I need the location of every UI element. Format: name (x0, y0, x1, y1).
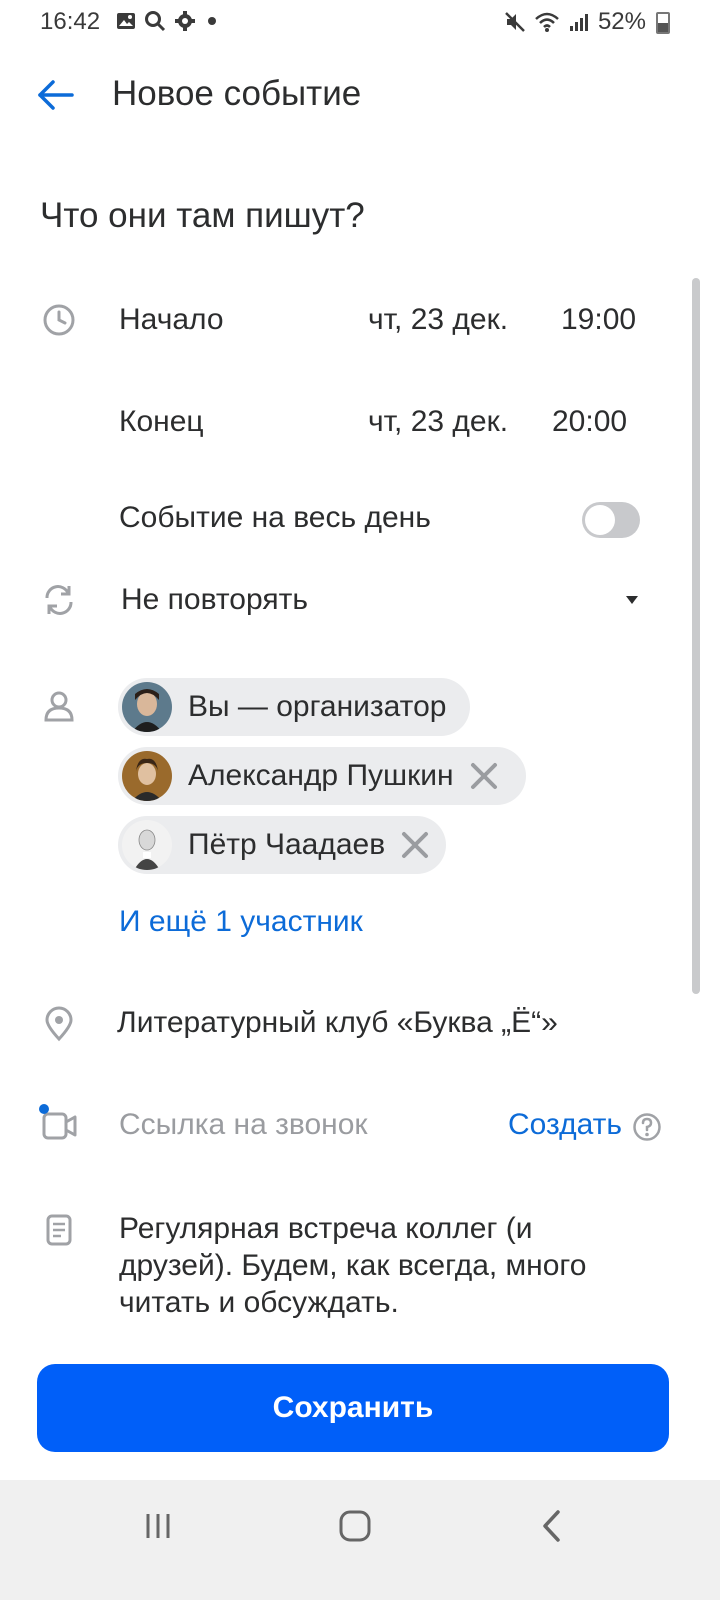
participants-icon (44, 691, 74, 722)
mute-icon (505, 12, 525, 32)
avatar (122, 682, 172, 732)
avatar (122, 820, 172, 870)
start-date[interactable]: чт, 23 дек. (368, 303, 508, 337)
participant-chip[interactable]: Вы — организатор (118, 678, 470, 736)
recent-apps-icon[interactable] (142, 1510, 174, 1542)
remove-icon[interactable] (399, 829, 431, 861)
page-title: Новое событие (112, 74, 362, 113)
signal-icon (569, 14, 588, 31)
call-link-field[interactable]: Ссылка на звонок (119, 1108, 368, 1142)
back-nav-icon[interactable] (538, 1508, 566, 1544)
help-icon[interactable] (632, 1112, 662, 1142)
status-bar: 16:42 52% (0, 0, 720, 44)
image-icon (117, 13, 135, 29)
search-icon (145, 11, 166, 32)
battery-icon (656, 12, 670, 34)
start-time[interactable]: 19:00 (561, 303, 636, 337)
avatar (122, 751, 172, 801)
clock-icon (43, 304, 75, 336)
arrow-left-icon[interactable] (36, 78, 76, 112)
participant-name: Пётр Чаадаев (188, 828, 386, 861)
event-subject[interactable]: Что они там пишут? (40, 196, 365, 236)
chevron-down-icon[interactable] (626, 596, 638, 604)
description-icon (46, 1214, 72, 1246)
location-icon (45, 1006, 73, 1042)
all-day-toggle[interactable] (582, 502, 640, 538)
repeat-icon (45, 585, 73, 615)
status-time: 16:42 (40, 8, 101, 35)
status-right-icons: 52% (504, 8, 646, 36)
dot-icon (208, 17, 216, 25)
remove-icon[interactable] (468, 760, 500, 792)
participant-name: Вы — организатор (188, 690, 447, 723)
end-label: Конец (119, 405, 204, 438)
all-day-label: Событие на весь день (119, 501, 431, 534)
toggle-knob (585, 505, 615, 535)
create-call-link[interactable]: Создать (508, 1108, 622, 1142)
participant-chip[interactable]: Пётр Чаадаев (118, 816, 446, 874)
home-icon[interactable] (337, 1508, 373, 1544)
battery-percent: 52% (597, 8, 646, 35)
end-time[interactable]: 20:00 (552, 405, 627, 439)
gear-icon (175, 11, 195, 31)
more-participants-link[interactable]: И ещё 1 участник (119, 905, 363, 939)
participant-chip[interactable]: Александр Пушкин (118, 747, 526, 805)
status-left-icons (116, 10, 220, 32)
start-label: Начало (119, 303, 224, 336)
video-call-icon (39, 1104, 77, 1140)
description-field[interactable]: Регулярная встреча коллег (и друзей). Бу… (119, 1210, 639, 1321)
save-button[interactable]: Сохранить (37, 1364, 669, 1452)
location-field[interactable]: Литературный клуб «Буква „Ё“» (117, 1006, 558, 1040)
scrollbar[interactable] (692, 278, 700, 994)
wifi-icon (535, 12, 559, 32)
repeat-select[interactable]: Не повторять (121, 583, 308, 617)
participant-name: Александр Пушкин (188, 759, 454, 792)
system-nav-bar (0, 1480, 720, 1600)
end-date[interactable]: чт, 23 дек. (368, 405, 508, 439)
